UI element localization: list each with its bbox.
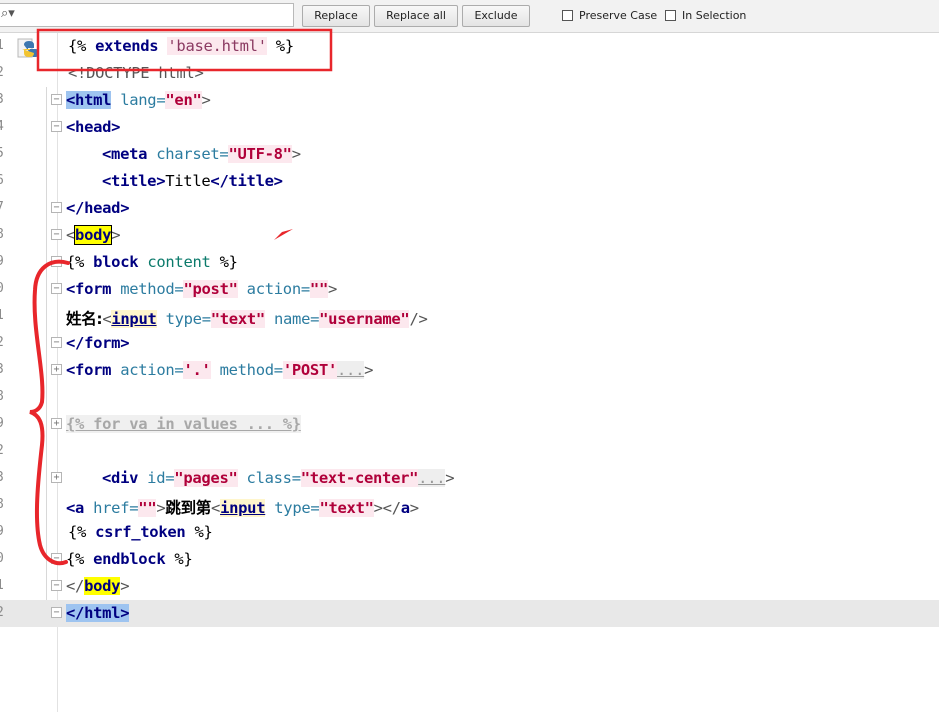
line-number: 4 <box>0 119 4 134</box>
line-number: 5 <box>0 146 4 161</box>
code-line[interactable]: 2 <box>0 438 939 465</box>
code-line[interactable]: 3 + <div id="pages" class="text-center".… <box>0 465 939 492</box>
fold-toggle[interactable]: − <box>51 607 62 618</box>
code-text: </head> <box>66 199 130 217</box>
line-number: 8 <box>0 227 4 242</box>
code-line[interactable]: 7 − </head> <box>0 195 939 222</box>
expand-toggle[interactable]: + <box>51 418 62 429</box>
code-line[interactable]: 3 − <html lang="en"> <box>0 87 939 114</box>
code-text: {% csrf_token %} <box>68 523 213 541</box>
fold-toggle[interactable]: − <box>51 202 62 213</box>
folded-code[interactable]: {% for va in values ... %} <box>66 415 301 433</box>
fold-toggle[interactable]: − <box>51 337 62 348</box>
code-line[interactable]: 5 <meta charset="UTF-8"> <box>0 141 939 168</box>
checkbox-box[interactable] <box>665 10 676 21</box>
line-number: 6 <box>0 173 4 188</box>
fold-toggle[interactable]: − <box>51 580 62 591</box>
search-input[interactable]: ⌕▾ <box>0 3 294 27</box>
fold-toggle[interactable]: − <box>51 553 62 564</box>
preserve-case-label: Preserve Case <box>579 9 658 22</box>
code-line[interactable]: 8 <box>0 384 939 411</box>
code-text: <form method="post" action=""> <box>66 280 338 298</box>
code-text: <a href="">跳到第<input type="text"></a> <box>66 499 419 517</box>
code-text: </html> <box>66 604 130 622</box>
code-text: {% extends 'base.html' %} <box>68 37 294 55</box>
line-number: 2 <box>0 605 4 620</box>
exclude-button[interactable]: Exclude <box>462 5 530 27</box>
code-text: <!DOCTYPE html> <box>68 64 204 82</box>
code-line[interactable]: 9 + {% for va in values ... %} <box>0 411 939 438</box>
replace-all-button[interactable]: Replace all <box>374 5 458 27</box>
line-number: 2 <box>0 65 4 80</box>
code-line[interactable]: 8 − <body> <box>0 222 939 249</box>
fold-toggle[interactable]: − <box>51 256 62 267</box>
code-text: <html lang="en"> <box>66 91 211 109</box>
fold-toggle[interactable]: − <box>51 229 62 240</box>
code-line[interactable]: 0 − <form method="post" action=""> <box>0 276 939 303</box>
code-text: {% block content %} <box>66 253 238 271</box>
line-number: 9 <box>0 416 4 431</box>
line-number: 2 <box>0 335 4 350</box>
line-number: 3 <box>0 362 4 377</box>
line-number: 7 <box>0 200 4 215</box>
code-line[interactable]: 0 − {% endblock %} <box>0 546 939 573</box>
line-number: 8 <box>0 497 4 512</box>
code-line[interactable]: 3 + <form action='.' method='POST'...> <box>0 357 939 384</box>
search-icon[interactable]: ⌕▾ <box>1 6 15 21</box>
code-line[interactable]: 1 {% extends 'base.html' %} <box>0 33 939 60</box>
code-text: {% endblock %} <box>66 550 193 568</box>
fold-toggle[interactable]: − <box>51 283 62 294</box>
code-line[interactable]: 4 − <head> <box>0 114 939 141</box>
line-number: 1 <box>0 308 4 323</box>
code-text: <meta charset="UTF-8"> <box>102 145 301 163</box>
code-line[interactable]: 6 <title>Title</title> <box>0 168 939 195</box>
code-text: <head> <box>66 118 121 136</box>
line-number: 8 <box>0 389 4 404</box>
code-text: 姓名:<input type="text" name="username"/> <box>66 310 428 328</box>
line-number: 1 <box>0 578 4 593</box>
line-number: 3 <box>0 470 4 485</box>
preserve-case-checkbox[interactable]: Preserve Case <box>562 9 657 22</box>
line-number: 9 <box>0 524 4 539</box>
code-text: <title>Title</title> <box>102 172 283 190</box>
code-text: </form> <box>66 334 130 352</box>
line-number: 0 <box>0 551 4 566</box>
code-line[interactable]: 2 − </form> <box>0 330 939 357</box>
in-selection-checkbox[interactable]: In Selection <box>665 9 746 22</box>
python-file-icon <box>17 38 38 58</box>
line-number: 1 <box>0 38 4 53</box>
replace-button[interactable]: Replace <box>302 5 370 27</box>
code-line[interactable]: 9 − {% block content %} <box>0 249 939 276</box>
fold-toggle[interactable]: − <box>51 94 62 105</box>
line-number: 0 <box>0 281 4 296</box>
code-line[interactable]: 2 <!DOCTYPE html> <box>0 60 939 87</box>
code-line-current[interactable]: 2 − </html> <box>0 600 939 627</box>
fold-toggle[interactable]: − <box>51 121 62 132</box>
code-text: <form action='.' method='POST'...> <box>66 361 374 379</box>
code-line[interactable]: 1 − </body> <box>0 573 939 600</box>
expand-toggle[interactable]: + <box>51 472 62 483</box>
line-number: 3 <box>0 92 4 107</box>
code-text: <body> <box>66 225 121 245</box>
code-text: <div id="pages" class="text-center"...> <box>102 469 455 487</box>
checkbox-box[interactable] <box>562 10 573 21</box>
code-line[interactable]: 9 {% csrf_token %} <box>0 519 939 546</box>
in-selection-label: In Selection <box>682 9 747 22</box>
code-line[interactable]: 8 <a href="">跳到第<input type="text"></a> <box>0 492 939 519</box>
line-number: 9 <box>0 254 4 269</box>
code-line[interactable]: 1 姓名:<input type="text" name="username"/… <box>0 303 939 330</box>
find-replace-toolbar: ⌕▾ Replace Replace all Exclude Preserve … <box>0 0 939 33</box>
line-number: 2 <box>0 443 4 458</box>
code-text: </body> <box>66 577 130 595</box>
code-editor[interactable]: 1 {% extends 'base.html' %} 2 <!DOCTYPE … <box>0 33 939 712</box>
expand-toggle[interactable]: + <box>51 364 62 375</box>
